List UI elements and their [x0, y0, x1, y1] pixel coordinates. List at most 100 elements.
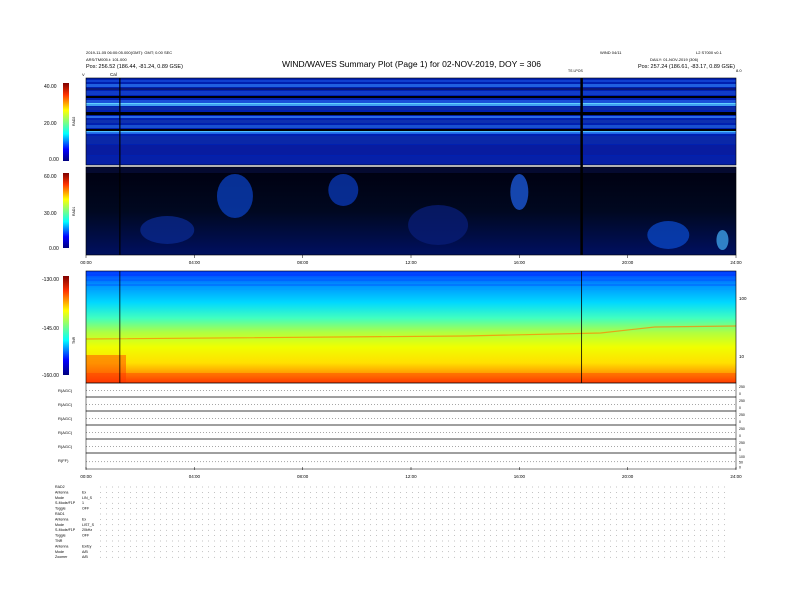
rad1-ytick-1: 30.00 [44, 211, 57, 217]
rad2-ytick-2: 0.00 [49, 157, 59, 163]
rad1-heatmap [86, 167, 736, 255]
rad2-band [86, 132, 736, 134]
rad1-blob [716, 230, 729, 250]
header-left-line2: ARS/TM005.t: 101.000 [86, 57, 127, 62]
rad2-ytick-0: 40.00 [44, 84, 57, 90]
tnr-ytick-2: -160.00 [42, 373, 59, 379]
footer-row-label: Antenna [55, 490, 68, 494]
agc-row-right-tick: 0 [739, 448, 741, 452]
rad1-ytick-0: 60.00 [44, 174, 57, 180]
rad2-band [86, 129, 736, 131]
rad1-xtick-label: 12:00 [405, 260, 417, 265]
footer-row-label: Mode [55, 550, 64, 554]
agc-row-frame [85, 396, 737, 412]
footer-row-value: LIN_S [82, 496, 93, 500]
tnr-ylabel: TNR [72, 336, 76, 344]
ts-marker: TS LPOS [568, 69, 583, 73]
corner-left-label: V [82, 72, 85, 77]
tnr-right-tick-0: 100 [739, 296, 747, 301]
footer-row-label: Zoomer [55, 555, 68, 559]
footer-row-label: Mode [55, 496, 64, 500]
agc-row-frame [85, 452, 737, 470]
rad1-xticks: 00:00 04:00 08:00 12:00 16:00 20:00 24:00 [80, 255, 742, 265]
tnr-band [86, 274, 736, 276]
rad2-panel: RAD2 40.00 20.00 0.00 [44, 77, 737, 166]
footer-row-value: Ex/Ey [82, 544, 92, 548]
agc-panels: R(AGC) 250 0 R(AGC) 250 0 R(AGC) 250 0 R(AGC) 250 0… [58, 382, 745, 470]
footer-row-value: 20kHz [82, 528, 92, 532]
agc-row-right-tick: 0 [739, 434, 741, 438]
agc-row-label: R(AGC) [58, 402, 73, 407]
rad1-xtick-label: 08:00 [297, 260, 309, 265]
rad2-band [86, 84, 736, 87]
rad2-band [86, 116, 736, 118]
rad2-band [86, 107, 736, 110]
footer-row-label: S-Mode/F1P [55, 528, 76, 532]
agc-row-label: R(AGC) [58, 444, 73, 449]
rad2-band [86, 80, 736, 82]
agc-row-right-tick: 0 [739, 466, 741, 470]
rad1-ytick-2: 0.00 [49, 246, 59, 252]
header-right-line2: DAILY: 01-NOV-2019 (306) [650, 57, 699, 62]
rad2-ylabel: RAD2 [72, 117, 76, 126]
bottom-xtick-label: 16:00 [514, 474, 526, 479]
rad2-band [86, 96, 736, 98]
rad1-band [86, 167, 736, 173]
rad1-blob [510, 174, 529, 210]
footer-row-value: A/B [82, 555, 88, 559]
rad1-xtick-label: 20:00 [622, 260, 634, 265]
header-right-pos: Pos: 257.24 (186.61, -83.17, 0.89 GSE) [638, 64, 735, 70]
rad2-band [86, 120, 736, 123]
rad2-bands [86, 80, 736, 164]
rad1-ylabel: RAD1 [72, 207, 76, 216]
footer-row-label: Antenna [55, 544, 68, 548]
rad2-colorbar [63, 83, 69, 161]
agc-row-right-tick: 0 [739, 392, 741, 396]
tnr-ytick-1: -145.00 [42, 326, 59, 332]
agc-row-right-tick: 250 [739, 413, 745, 417]
tnr-band [86, 289, 736, 290]
rad1-blob [647, 221, 690, 249]
rad2-band [86, 104, 736, 106]
rad2-band [86, 91, 736, 95]
rad1-xtick-label: 00:00 [80, 260, 92, 265]
tnr-band [86, 279, 736, 281]
rad2-band [86, 100, 736, 103]
tnr-colorbar [63, 276, 69, 375]
tnr-heatmap [86, 271, 736, 383]
tnr-ytick-0: -130.00 [42, 277, 59, 283]
agc-row-label: R(AGC) [58, 430, 73, 435]
footer-row-label: Mode [55, 523, 64, 527]
footer-row-label: S-Mode/F1P [55, 501, 76, 505]
footer-row-value: LIST_S [82, 523, 95, 527]
rad1-panel: RAD1 60.00 30.00 0.00 00:00 04:00 08:00 12:… [44, 166, 742, 265]
header-left-pos: Pos: 256.52 (186.44, -81.24, 0.89 GSE) [86, 64, 183, 70]
rad1-xtick-label: 16:00 [514, 260, 526, 265]
agc-row-frame [85, 410, 737, 426]
agc-row-frame [85, 438, 737, 454]
cal-marker: Cal [110, 72, 117, 77]
bottom-xtick-label: 04:00 [189, 474, 201, 479]
tnr-right-tick-1: 10 [739, 354, 745, 359]
agc-row-right-tick: 0 [739, 420, 741, 424]
rad1-blob [328, 174, 359, 206]
tnr-band [86, 284, 736, 286]
agc-row-right-tick: 0 [739, 406, 741, 410]
tnr-band [86, 373, 736, 383]
agc-row-frame [85, 424, 737, 440]
rad2-band [86, 88, 736, 90]
footer-row-value: Ex [82, 517, 86, 521]
rad2-band [86, 103, 736, 104]
agc-row-right-tick: 50 [739, 460, 743, 464]
agc-row-frame [85, 382, 737, 398]
bottom-xtick-label: 24:00 [730, 474, 742, 479]
page-title: WIND/WAVES Summary Plot (Page 1) for 02-… [282, 59, 541, 69]
rad2-band [86, 156, 736, 164]
rad2-band [86, 125, 736, 128]
header-right-top-right: L2 S7000 v0.1 [696, 50, 723, 55]
footer-row-label: RAD2 [55, 485, 65, 489]
rad2-band [86, 145, 736, 155]
agc-row-right-tick: 250 [739, 385, 745, 389]
summary-plot-canvas: 2019-11-05 06:00:05.000(GMT): GMT; 0.00 … [42, 50, 747, 559]
header-left-line1: 2019-11-05 06:00:05.000(GMT): GMT; 0.00 … [86, 50, 172, 55]
